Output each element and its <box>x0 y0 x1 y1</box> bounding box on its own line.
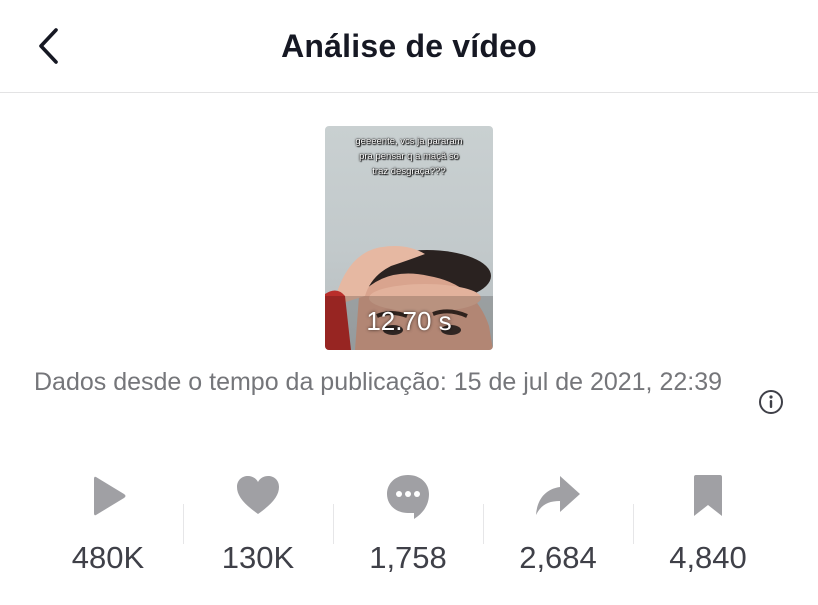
stat-saves-value: 4,840 <box>669 540 747 575</box>
header: Análise de vídeo <box>0 0 818 93</box>
bookmark-icon <box>694 475 722 516</box>
info-icon[interactable] <box>758 389 784 415</box>
stat-shares-value: 2,684 <box>519 540 597 575</box>
stat-comments: 1,758 <box>333 470 483 590</box>
stat-saves: 4,840 <box>633 470 783 590</box>
share-icon <box>536 476 580 515</box>
stat-shares: 2,684 <box>483 470 633 590</box>
page-title: Análise de vídeo <box>281 28 537 64</box>
stat-views: 480K <box>33 470 183 590</box>
video-duration: 12.70 s <box>366 306 452 336</box>
stat-likes: 130K <box>183 470 333 590</box>
play-icon <box>94 476 126 516</box>
stat-likes-value: 130K <box>221 540 295 575</box>
duration-overlay: 12.70 s <box>0 306 818 337</box>
comment-icon <box>387 475 429 519</box>
heart-icon <box>237 476 279 514</box>
data-since-text: Dados desde o tempo da publicação: 15 de… <box>34 368 723 396</box>
stat-views-value: 480K <box>71 540 145 575</box>
stats-row: 480K 130K 1,758 2,684 4,840 <box>33 470 785 590</box>
stat-comments-value: 1,758 <box>369 540 447 575</box>
video-caption: geeeente, vcs ja pararam pra pensar q a … <box>355 136 463 177</box>
